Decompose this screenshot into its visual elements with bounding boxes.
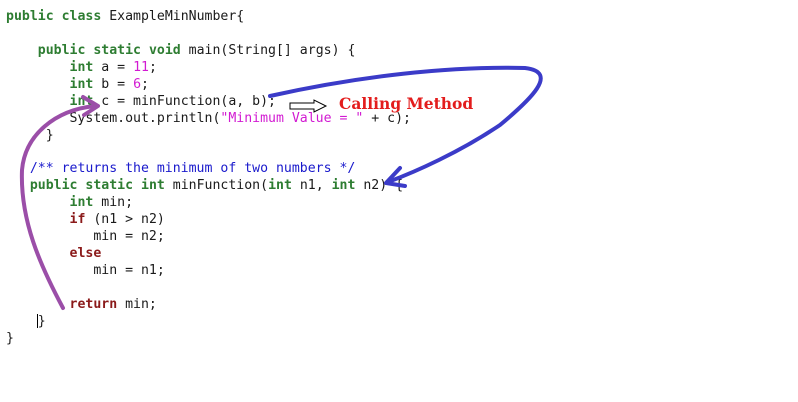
call-flow-arrow — [268, 65, 543, 184]
return-flow-arrow — [19, 104, 97, 310]
outline-right-arrow-icon — [289, 99, 328, 113]
calling-method-label: Calling Method — [339, 94, 474, 113]
annotation-layer — [19, 65, 543, 310]
code-screenshot: public class ExampleMinNumber{ public st… — [0, 0, 798, 402]
